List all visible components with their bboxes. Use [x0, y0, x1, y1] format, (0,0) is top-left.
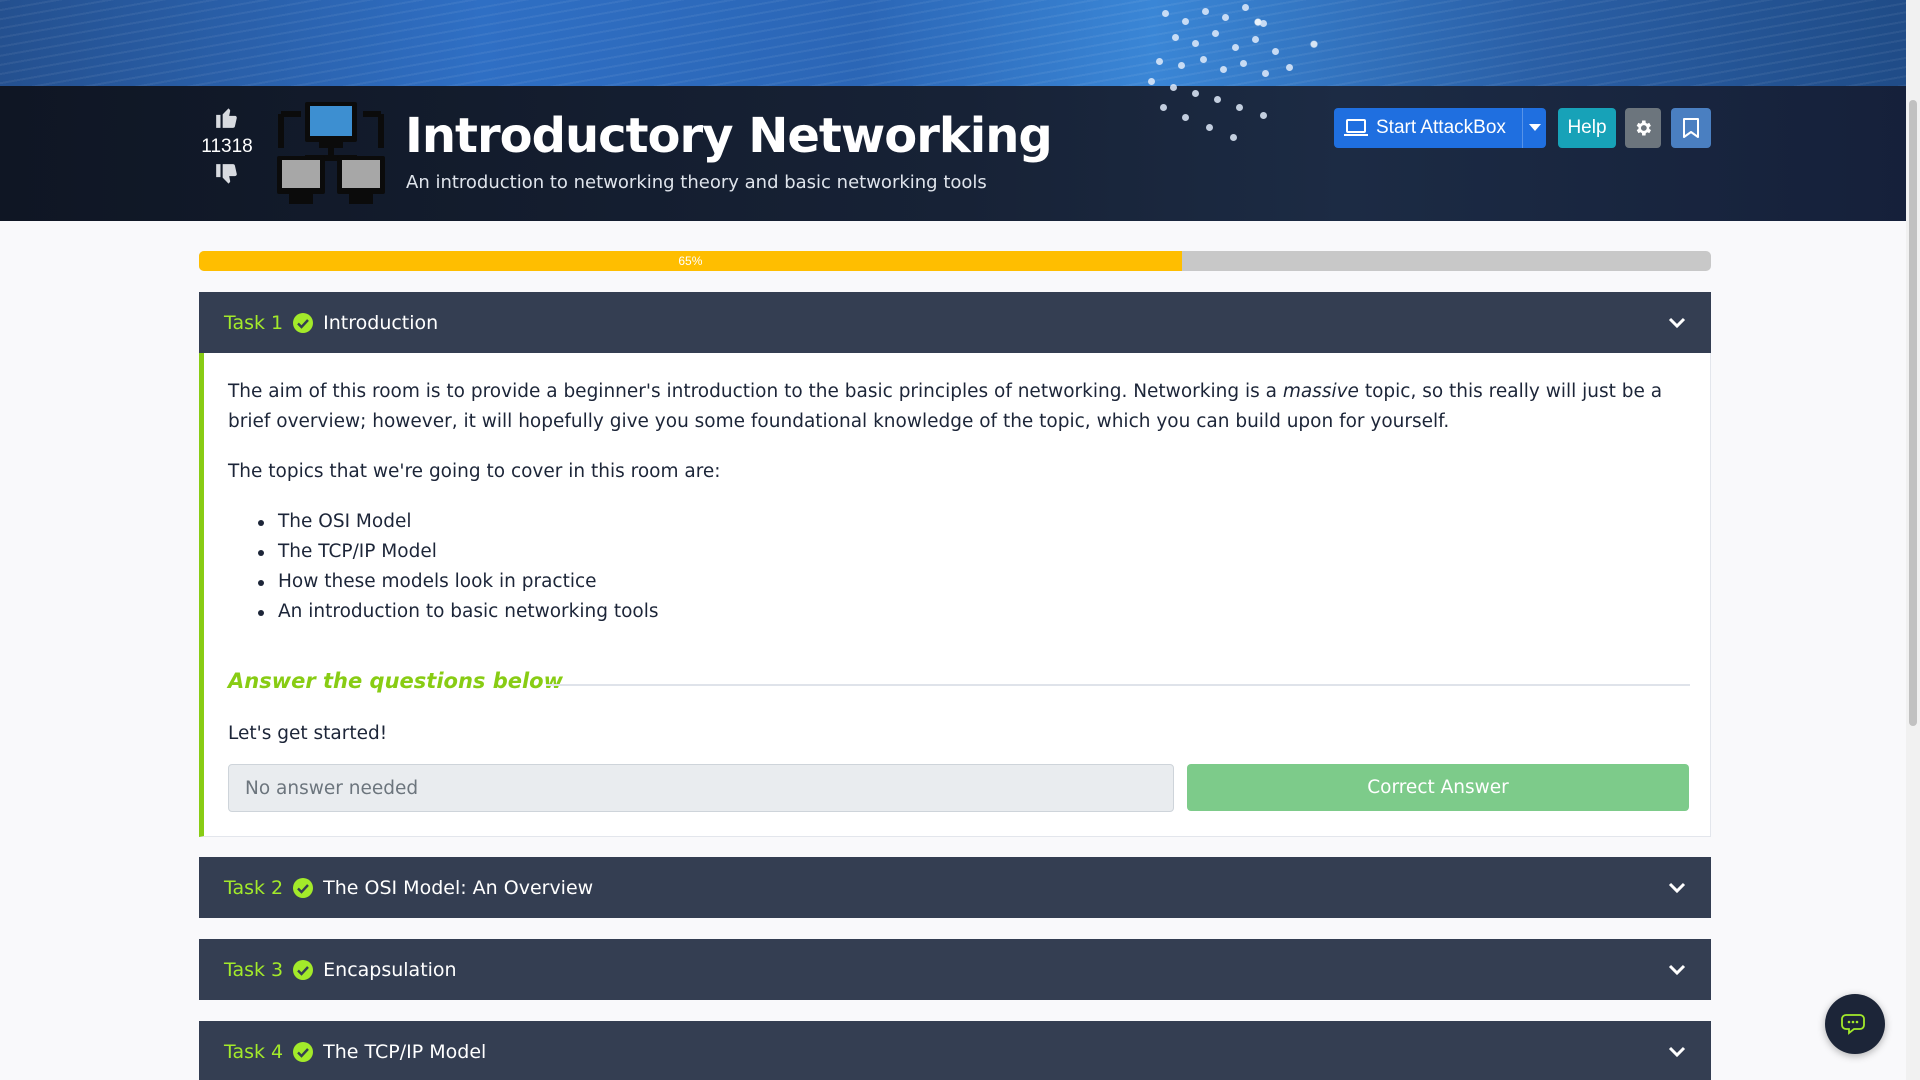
intro-text-start: The aim of this room is to provide a beg…	[228, 381, 1283, 402]
task-1-content: The aim of this room is to provide a beg…	[199, 353, 1711, 837]
laptop-icon	[1344, 119, 1368, 136]
task-number: Task 1	[224, 311, 284, 334]
check-circle-icon	[293, 959, 314, 980]
settings-button[interactable]	[1625, 108, 1661, 148]
thumbs-down-icon[interactable]	[214, 162, 240, 188]
room-subtitle: An introduction to networking theory and…	[406, 172, 987, 193]
vote-widget: 11318	[197, 104, 257, 188]
task-title: The OSI Model: An Overview	[323, 876, 594, 899]
check-circle-icon	[293, 312, 314, 333]
topics-list: The OSI Model The TCP/IP Model How these…	[254, 507, 659, 627]
attackbox-dropdown-toggle[interactable]	[1522, 108, 1546, 148]
room-title: Introductory Networking	[405, 108, 1053, 164]
correct-answer-button[interactable]: Correct Answer	[1187, 764, 1689, 811]
answer-field[interactable]: No answer needed	[228, 764, 1174, 812]
gear-icon	[1636, 120, 1651, 136]
divider	[546, 684, 1690, 686]
help-button[interactable]: Help	[1558, 108, 1616, 148]
progress-label: 65%	[678, 254, 703, 268]
task-1-header[interactable]: Task 1 Introduction	[199, 292, 1711, 353]
intro-paragraph: The aim of this room is to provide a beg…	[228, 377, 1698, 437]
task-title: Encapsulation	[323, 958, 457, 981]
check-circle-icon	[293, 1041, 314, 1062]
list-item: The TCP/IP Model	[254, 537, 659, 567]
start-attackbox-label: Start AttackBox	[1376, 117, 1506, 138]
chat-icon	[1841, 1014, 1865, 1035]
task-title: Introduction	[323, 311, 439, 334]
room-progress-bar: 65%	[199, 251, 1711, 271]
bookmark-button[interactable]	[1671, 108, 1711, 148]
list-item: How these models look in practice	[254, 567, 659, 597]
start-attackbox-button[interactable]: Start AttackBox	[1334, 108, 1546, 148]
task-number: Task 4	[224, 1040, 284, 1063]
task-number: Task 2	[224, 876, 284, 899]
scrollbar-thumb[interactable]	[1909, 100, 1917, 726]
task-2-header[interactable]: Task 2 The OSI Model: An Overview	[199, 857, 1711, 918]
intro-emphasis: massive	[1282, 381, 1359, 402]
thumbs-up-icon[interactable]	[214, 104, 240, 130]
task-number: Task 3	[224, 958, 284, 981]
network-logo-icon	[277, 102, 385, 204]
vote-count: 11318	[201, 136, 253, 157]
answer-questions-heading: Answer the questions below	[228, 669, 564, 693]
check-circle-icon	[293, 877, 314, 898]
topics-intro: The topics that we're going to cover in …	[228, 461, 721, 482]
list-item: An introduction to basic networking tool…	[254, 597, 659, 627]
task-3-header[interactable]: Task 3 Encapsulation	[199, 939, 1711, 1000]
chevron-down-icon[interactable]	[1667, 1041, 1687, 1061]
caret-down-icon	[1528, 124, 1541, 131]
header-banner-image	[0, 0, 1920, 86]
chevron-down-icon[interactable]	[1667, 312, 1687, 332]
chevron-down-icon[interactable]	[1667, 959, 1687, 979]
task-4-header[interactable]: Task 4 The TCP/IP Model	[199, 1021, 1711, 1080]
task-title: The TCP/IP Model	[323, 1040, 487, 1063]
page-scrollbar[interactable]	[1906, 0, 1920, 1080]
chevron-down-icon[interactable]	[1667, 877, 1687, 897]
bookmark-icon	[1683, 118, 1699, 138]
list-item: The OSI Model	[254, 507, 659, 537]
chat-button[interactable]	[1825, 994, 1885, 1054]
question-text: Let's get started!	[228, 723, 388, 744]
progress-fill: 65%	[199, 251, 1182, 271]
